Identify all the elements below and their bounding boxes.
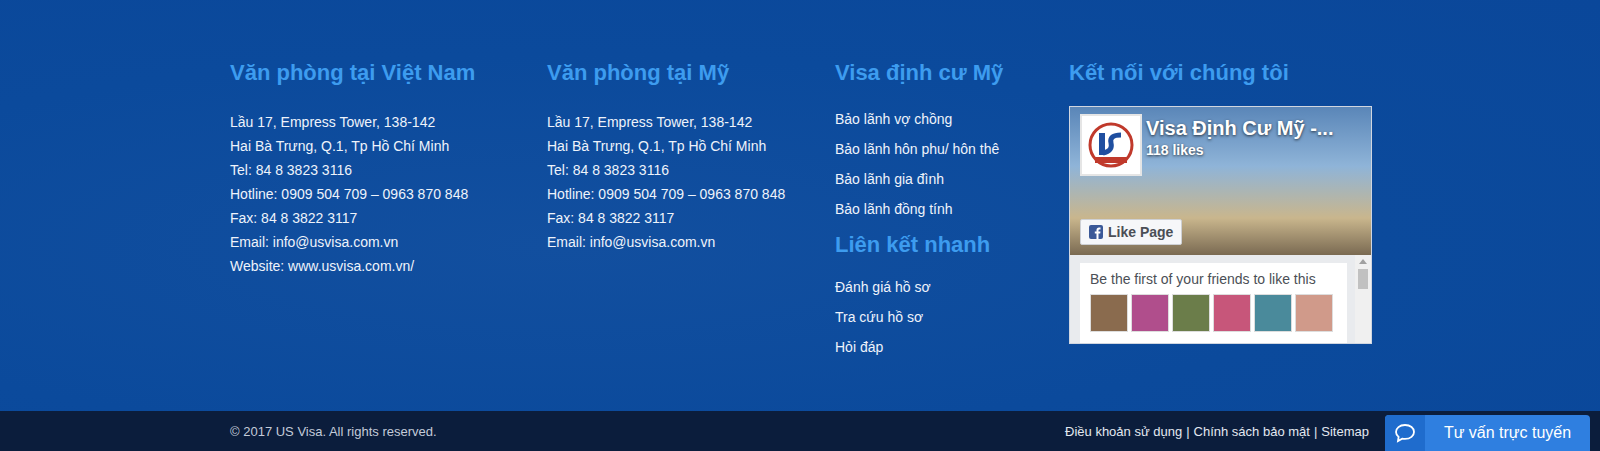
office-line: Lầu 17, Empress Tower, 138-142: [547, 110, 835, 134]
office-column: Văn phòng tại Việt Nam Lầu 17, Empress T…: [230, 60, 547, 362]
quick-links: Đánh giá hồ sơTra cứu hồ sơHỏi đáp: [835, 272, 1069, 362]
visa-links: Bảo lãnh vợ chồngBảo lãnh hôn phu/ hôn t…: [835, 104, 1069, 224]
friend-avatar[interactable]: [1090, 294, 1128, 332]
friends-panel: Be the first of your friends to like thi…: [1070, 255, 1371, 343]
office-line: Hotline: 0909 504 709 – 0963 870 848: [547, 182, 835, 206]
legal-link[interactable]: Sitemap: [1321, 424, 1369, 439]
office-line: Lầu 17, Empress Tower, 138-142: [230, 110, 547, 134]
office-line: Tel: 84 8 3823 3116: [230, 158, 547, 182]
like-count: 118 likes: [1146, 142, 1365, 158]
friends-card: Be the first of your friends to like thi…: [1080, 263, 1347, 343]
visa-link[interactable]: Bảo lãnh đồng tính: [835, 194, 1069, 224]
office-column: Văn phòng tại Mỹ Lầu 17, Empress Tower, …: [547, 60, 835, 362]
column-heading: Văn phòng tại Việt Nam: [230, 60, 547, 86]
column-heading: Văn phòng tại Mỹ: [547, 60, 835, 86]
legal-link[interactable]: Chính sách bảo mật: [1194, 424, 1310, 439]
chat-button[interactable]: Tư vấn trực tuyến: [1385, 415, 1590, 451]
page-name[interactable]: Visa Định Cư Mỹ -...: [1146, 117, 1365, 140]
quick-link[interactable]: Hỏi đáp: [835, 332, 1069, 362]
visa-link[interactable]: Bảo lãnh vợ chồng: [835, 104, 1069, 134]
friends-text: Be the first of your friends to like thi…: [1090, 271, 1337, 287]
link-separator: |: [1314, 424, 1317, 439]
quick-link[interactable]: Tra cứu hồ sơ: [835, 302, 1069, 332]
office-line: Website: www.usvisa.com.vn/: [230, 254, 547, 278]
page-meta: Visa Định Cư Mỹ -... 118 likes: [1146, 117, 1365, 158]
legal-links: Điều khoản sử dụng| Chính sách bảo mật| …: [1065, 424, 1369, 439]
like-page-button[interactable]: Like Page: [1080, 219, 1182, 245]
facebook-widget: Visa Định Cư Mỹ -... 118 likes Like Page…: [1069, 106, 1372, 344]
office-details: Lầu 17, Empress Tower, 138-142Hai Bà Trư…: [547, 110, 835, 254]
cover-photo: Visa Định Cư Mỹ -... 118 likes Like Page: [1070, 107, 1371, 255]
column-heading: Visa định cư Mỹ: [835, 60, 1069, 86]
footer-columns: Văn phòng tại Việt Nam Lầu 17, Empress T…: [0, 0, 1600, 362]
scroll-thumb[interactable]: [1358, 269, 1368, 289]
friend-avatars: [1090, 294, 1337, 332]
friend-avatar[interactable]: [1213, 294, 1251, 332]
bottom-bar: © 2017 US Visa. All rights reserved. Điề…: [0, 411, 1600, 451]
like-page-label: Like Page: [1108, 224, 1173, 240]
office-line: Hotline: 0909 504 709 – 0963 870 848: [230, 182, 547, 206]
facebook-icon: [1089, 225, 1103, 239]
office-line: Email: info@usvisa.com.vn: [230, 230, 547, 254]
office-line: Email: info@usvisa.com.vn: [547, 230, 835, 254]
scrollbar[interactable]: [1355, 255, 1371, 343]
friend-avatar[interactable]: [1254, 294, 1292, 332]
office-details: Lầu 17, Empress Tower, 138-142Hai Bà Trư…: [230, 110, 547, 278]
chat-label: Tư vấn trực tuyến: [1425, 415, 1590, 451]
link-separator: |: [1186, 424, 1189, 439]
chat-icon: [1385, 415, 1425, 451]
logo-icon: [1087, 121, 1135, 169]
office-line: Hai Bà Trưng, Q.1, Tp Hồ Chí Minh: [230, 134, 547, 158]
friend-avatar[interactable]: [1172, 294, 1210, 332]
office-line: Hai Bà Trưng, Q.1, Tp Hồ Chí Minh: [547, 134, 835, 158]
office-line: Fax: 84 8 3822 3117: [230, 206, 547, 230]
legal-link[interactable]: Điều khoản sử dụng: [1065, 424, 1182, 439]
friend-avatar[interactable]: [1295, 294, 1333, 332]
visa-link[interactable]: Bảo lãnh gia đình: [835, 164, 1069, 194]
scroll-up-icon[interactable]: [1359, 259, 1367, 264]
links-column: Visa định cư Mỹ Bảo lãnh vợ chồngBảo lãn…: [835, 60, 1069, 362]
office-line: Fax: 84 8 3822 3117: [547, 206, 835, 230]
office-line: Tel: 84 8 3823 3116: [547, 158, 835, 182]
copyright: © 2017 US Visa. All rights reserved.: [230, 424, 437, 439]
profile-picture[interactable]: [1080, 114, 1142, 176]
column-heading: Kết nối với chúng tôi: [1069, 60, 1372, 86]
footer-page: Văn phòng tại Việt Nam Lầu 17, Empress T…: [0, 0, 1600, 451]
column-heading: Liên kết nhanh: [835, 232, 1069, 258]
footer-main: Văn phòng tại Việt Nam Lầu 17, Empress T…: [0, 0, 1600, 411]
friend-avatar[interactable]: [1131, 294, 1169, 332]
quick-link[interactable]: Đánh giá hồ sơ: [835, 272, 1069, 302]
social-column: Kết nối với chúng tôi Visa Định Cư Mỹ -.…: [1069, 60, 1372, 362]
visa-link[interactable]: Bảo lãnh hôn phu/ hôn thê: [835, 134, 1069, 164]
